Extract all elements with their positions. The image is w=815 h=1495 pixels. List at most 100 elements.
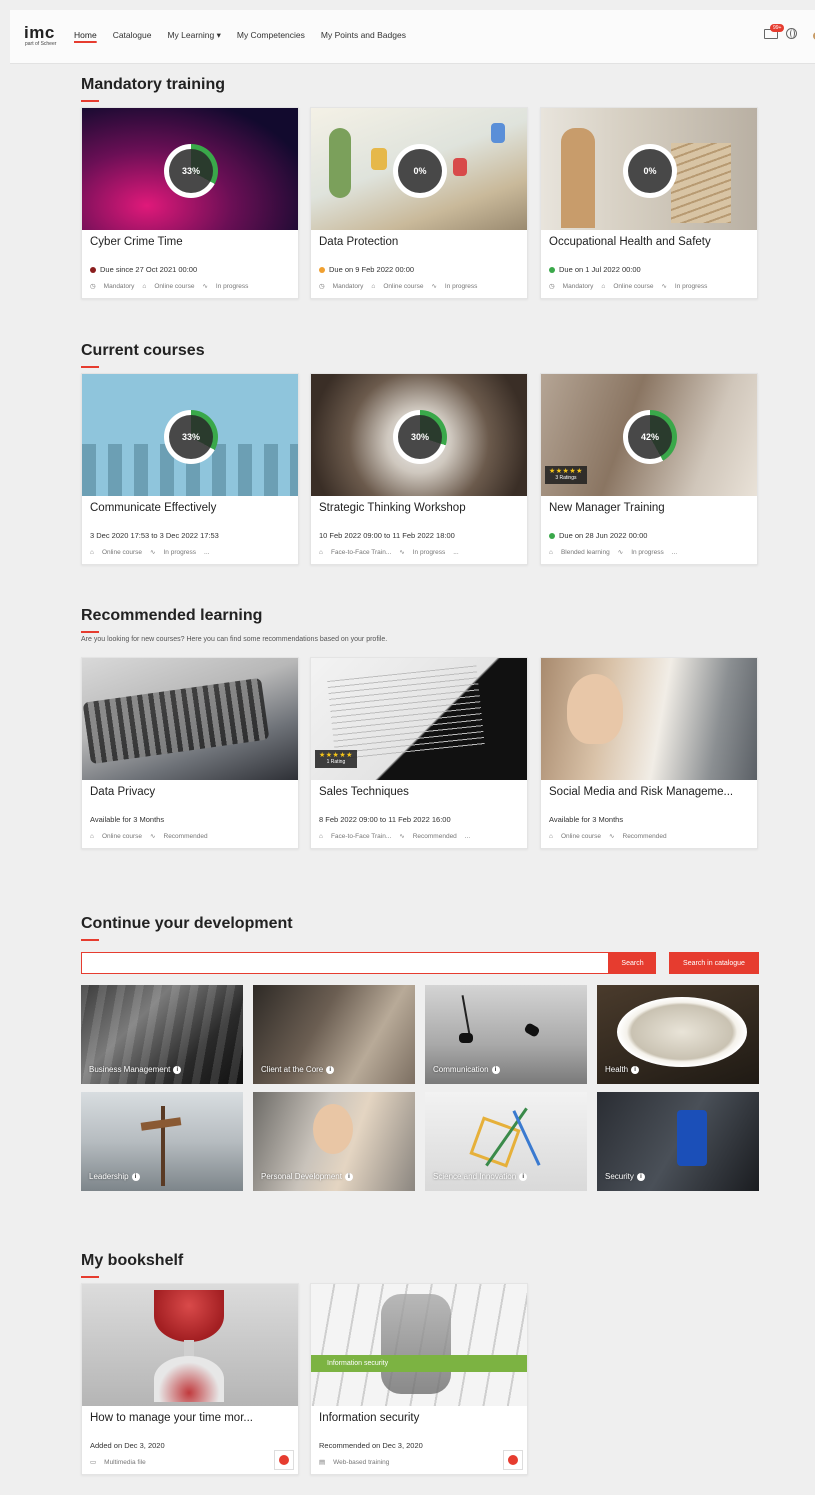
more-icon[interactable]: ... [672,549,677,556]
info-icon[interactable]: i [344,1172,353,1181]
nav-my-competencies[interactable]: My Competencies [237,30,305,41]
category-tile[interactable]: Science and Innovation i [425,1092,587,1191]
progress-ring: 42% [623,410,677,464]
course-type-icon: ⌂ [90,832,94,840]
category-tile[interactable]: Personal Development i [253,1092,415,1191]
course-card[interactable]: 33% Cyber Crime Time Due since 27 Oct 20… [81,107,299,299]
category-tile[interactable]: Security i [597,1092,759,1191]
nav-my-learning[interactable]: My Learning ▾ [167,30,220,41]
bookmark-icon [508,1455,518,1465]
course-image: 0% [311,108,527,230]
course-meta: ⌂ Online course ∿ In progress... [90,548,210,557]
activity-icon: ∿ [661,283,667,290]
course-image [541,658,757,780]
course-image [82,1284,298,1406]
info-icon[interactable]: i [173,1065,182,1074]
course-title[interactable]: Sales Techniques [319,786,521,798]
imc-logo[interactable]: imc [24,24,55,41]
course-image: 33% [82,108,298,230]
activity-icon: ∿ [609,833,615,840]
course-card[interactable]: 33% Communicate Effectively 3 Dec 2020 1… [81,373,299,565]
course-image: 0% [541,108,757,230]
course-card[interactable]: 30% Strategic Thinking Workshop 10 Feb 2… [310,373,528,565]
progress-ring: 33% [164,144,218,198]
course-card[interactable]: ★★★★★ 1 Rating Sales Techniques 8 Feb 202… [310,657,528,849]
search-button[interactable]: Search [609,952,656,974]
course-card[interactable]: 42% ★★★★★ 3 Ratings New Manager Training … [540,373,758,565]
course-card[interactable]: Data Privacy Available for 3 Months ⌂ Onl… [81,657,299,849]
top-icons: 99+ [764,23,797,39]
course-title[interactable]: Strategic Thinking Workshop [319,502,521,514]
globe-icon[interactable] [786,28,797,39]
section-subtitle: Are you looking for new courses? Here yo… [81,636,388,643]
info-icon[interactable]: i [631,1065,640,1074]
course-type-icon: ⌂ [90,548,94,556]
category-tile[interactable]: Client at the Core i [253,985,415,1084]
course-title[interactable]: Data Protection [319,236,521,248]
course-meta: ◷ Mandatory ⌂ Online course ∿ In progress [549,282,708,291]
course-meta: ⌂ Online course ∿ Recommended [549,832,667,841]
mail-icon[interactable]: 99+ [764,23,785,39]
activity-icon: ∿ [150,833,156,840]
course-title[interactable]: New Manager Training [549,502,751,514]
course-image: Information security [311,1284,527,1406]
course-meta: ⌂ Face-to-Face Train... ∿ In progress... [319,548,459,557]
progress-ring: 33% [164,410,218,464]
course-type-icon: ⌂ [549,548,553,556]
info-icon[interactable]: i [131,1172,140,1181]
category-tile[interactable]: Leadership i [81,1092,243,1191]
more-icon[interactable]: ... [453,549,458,556]
search-in-catalogue-button[interactable]: Search in catalogue [669,952,759,974]
bookmark-button[interactable] [274,1450,294,1470]
course-dates: 3 Dec 2020 17:53 to 3 Dec 2022 17:53 [90,531,219,540]
status-dot [549,532,555,539]
course-title[interactable]: Data Privacy [90,786,292,798]
course-card[interactable]: Social Media and Risk Manageme... Availa… [540,657,758,849]
progress-ring: 30% [393,410,447,464]
course-type-icon: ⌂ [319,832,323,840]
course-image [82,658,298,780]
info-icon[interactable]: i [636,1172,645,1181]
info-icon[interactable]: i [326,1065,335,1074]
info-icon[interactable]: i [519,1172,528,1181]
course-image: 30% [311,374,527,496]
search-input[interactable] [81,952,609,974]
course-title[interactable]: Communicate Effectively [90,502,292,514]
main-nav: Home Catalogue My Learning ▾ My Competen… [74,30,406,41]
activity-icon: ∿ [399,833,405,840]
rating-badge: ★★★★★ 1 Rating [315,750,357,768]
more-icon[interactable]: ... [204,549,209,556]
course-title[interactable]: Occupational Health and Safety [549,236,751,248]
activity-icon: ∿ [431,283,437,290]
nav-catalogue[interactable]: Catalogue [113,30,152,41]
clock-icon: ◷ [90,283,96,290]
more-icon[interactable]: ... [465,833,470,840]
category-tile[interactable]: Business Management i [81,985,243,1084]
category-tile[interactable]: Health i [597,985,759,1084]
course-meta: ▭ Multimedia file [90,1458,146,1467]
web-training-icon: ▤ [319,1459,326,1466]
clock-icon: ◷ [319,283,325,290]
bookmark-icon [279,1455,289,1465]
activity-icon: ∿ [150,549,156,556]
bookmark-button[interactable] [503,1450,523,1470]
bookshelf-card[interactable]: How to manage your time mor... Added on … [81,1283,299,1475]
course-image: 42% ★★★★★ 3 Ratings [541,374,757,496]
nav-my-points-badges[interactable]: My Points and Badges [321,30,406,41]
course-dates: 10 Feb 2022 09:00 to 11 Feb 2022 18:00 [319,531,455,540]
due-date: Due on 28 Jun 2022 00:00 [549,531,647,540]
course-title[interactable]: Social Media and Risk Manageme... [549,786,751,798]
course-title[interactable]: Cyber Crime Time [90,236,292,248]
course-title[interactable]: Information security [319,1412,521,1424]
information-security-banner: Information security [311,1355,527,1372]
course-card[interactable]: 0% Occupational Health and Safety Due on… [540,107,758,299]
course-type-icon: ⌂ [549,832,553,840]
course-title[interactable]: How to manage your time mor... [90,1412,292,1424]
mail-badge: 99+ [770,23,785,32]
bookshelf-card[interactable]: Information security Information securit… [310,1283,528,1475]
category-tile[interactable]: Communication i [425,985,587,1084]
course-card[interactable]: 0% Data Protection Due on 9 Feb 2022 00:… [310,107,528,299]
nav-home[interactable]: Home [74,30,97,41]
info-icon[interactable]: i [491,1065,500,1074]
file-icon: ▭ [90,1459,97,1466]
